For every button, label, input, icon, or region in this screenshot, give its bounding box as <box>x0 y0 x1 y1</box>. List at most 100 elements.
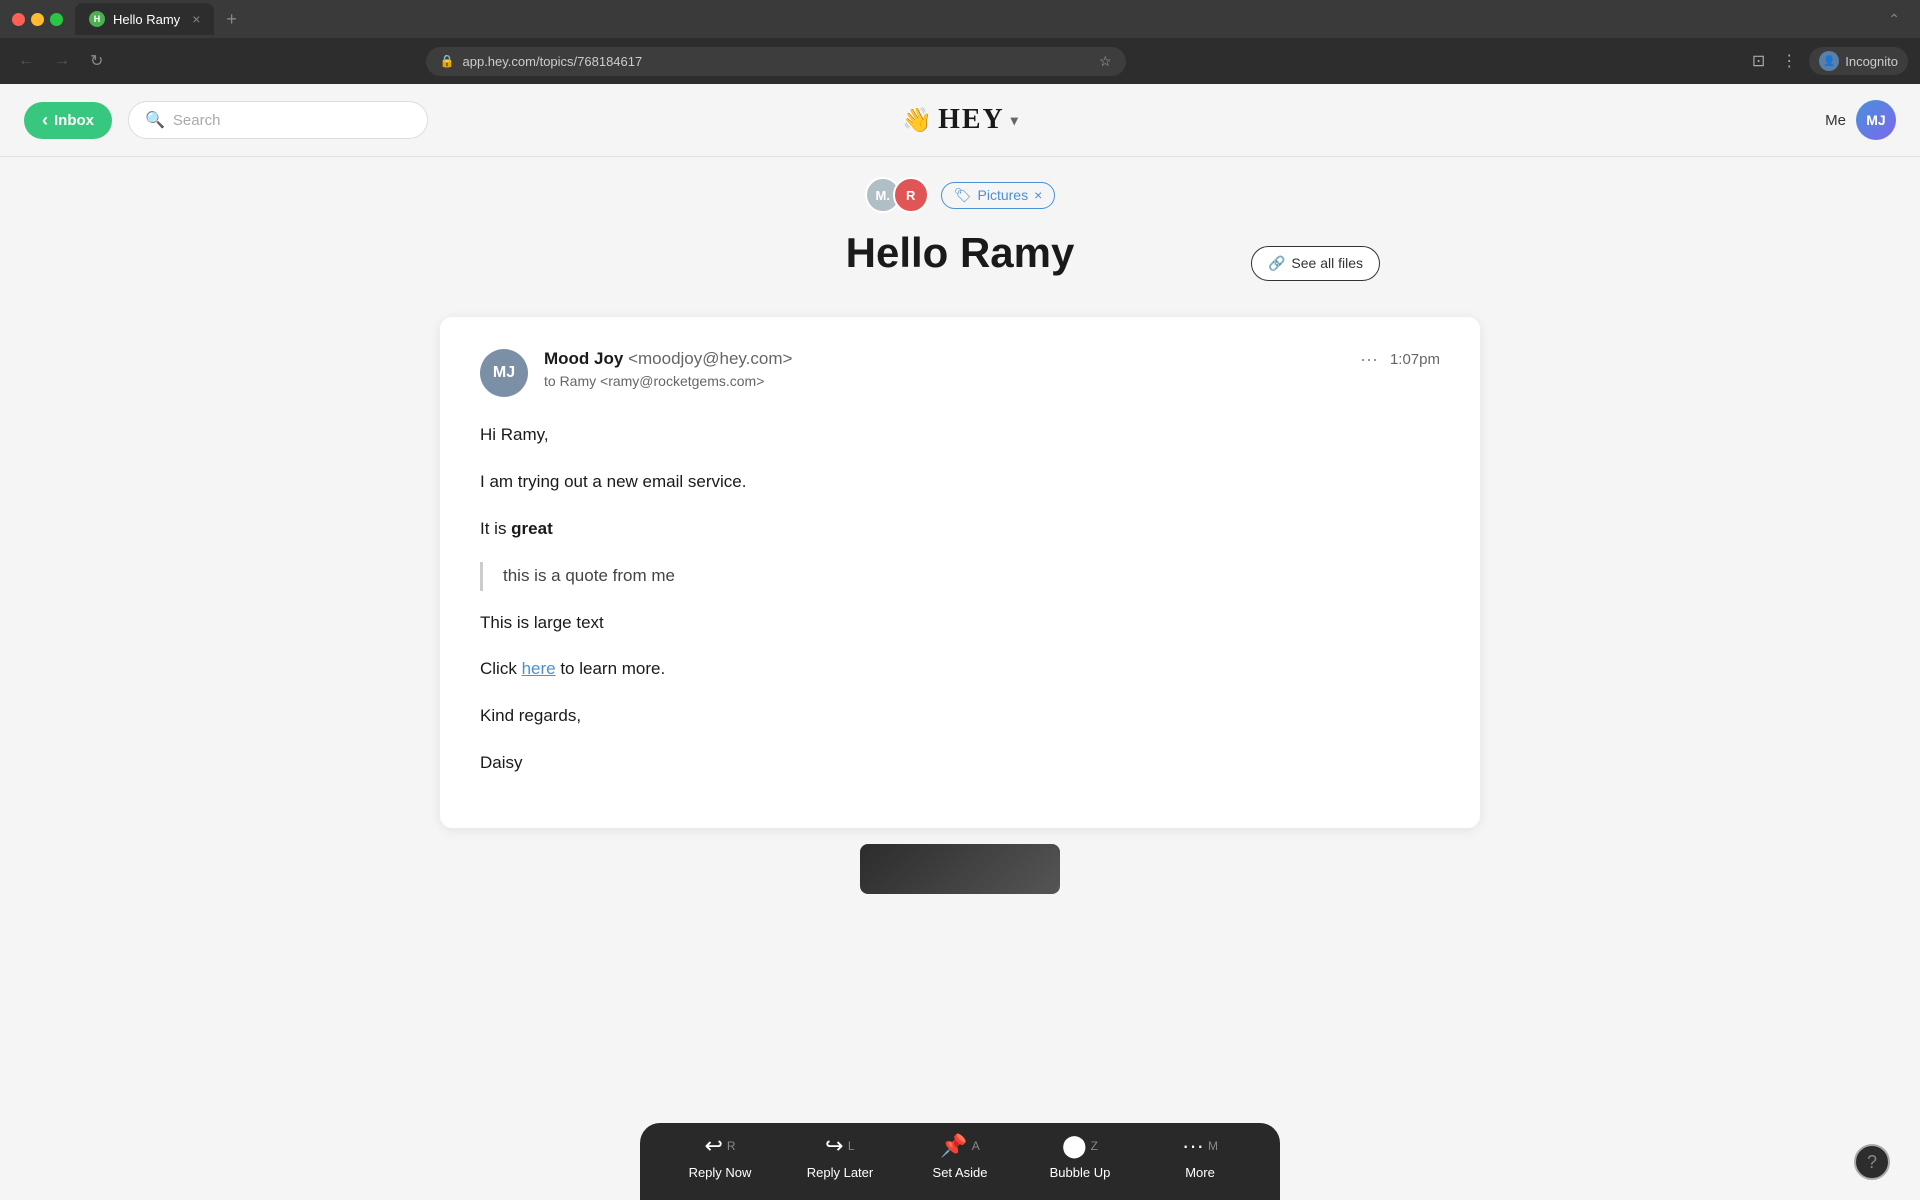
email-more-button[interactable]: ··· <box>1360 349 1378 370</box>
sender-info: MJ Mood Joy <moodjoy@hey.com> to Ramy <r… <box>480 349 792 397</box>
email-view: M. R 🏷 Pictures × Hello Ramy 🔗 See all f… <box>0 157 1920 1200</box>
hey-chevron-icon[interactable]: ▾ <box>1011 112 1018 129</box>
fullscreen-traffic-light[interactable] <box>50 13 63 26</box>
email-time-area: ··· 1:07pm <box>1360 349 1440 370</box>
email-line2-prefix: It is <box>480 519 511 538</box>
see-all-files-button[interactable]: 🔗 See all files <box>1251 246 1380 281</box>
traffic-lights <box>12 13 63 26</box>
hey-wave-icon: 👋 <box>902 106 932 135</box>
tab-favicon: H <box>89 11 105 27</box>
email-greeting: Hi Ramy, <box>480 421 1440 450</box>
sender-avatar-r: R <box>893 177 929 213</box>
inbox-button[interactable]: ‹ Inbox <box>24 102 112 139</box>
close-traffic-light[interactable] <box>12 13 25 26</box>
new-tab-button[interactable]: + <box>218 9 245 30</box>
set-aside-key: A <box>972 1139 980 1153</box>
url-text: app.hey.com/topics/768184617 <box>463 54 1091 69</box>
reply-now-label: Reply Now <box>689 1165 752 1180</box>
help-button[interactable]: ? <box>1854 1144 1890 1180</box>
email-time: 1:07pm <box>1390 351 1440 368</box>
set-aside-button[interactable]: 📌 A Set Aside <box>920 1133 1000 1180</box>
reader-mode-icon[interactable]: ⊡ <box>1748 47 1769 75</box>
browser-actions: ⊡ ⋮ 👤 Incognito <box>1748 47 1908 75</box>
pictures-tag[interactable]: 🏷 Pictures × <box>941 182 1056 209</box>
tab-title: Hello Ramy <box>113 12 180 27</box>
hey-logo[interactable]: 👋 HEY ▾ <box>902 104 1018 136</box>
email-link[interactable]: here <box>522 659 556 678</box>
reply-later-label: Reply Later <box>807 1165 873 1180</box>
email-body: Hi Ramy, I am trying out a new email ser… <box>480 421 1440 778</box>
reply-now-icon: ↩ <box>704 1133 722 1159</box>
see-all-files-label: See all files <box>1291 255 1363 271</box>
see-all-files-icon: 🔗 <box>1268 255 1285 272</box>
inbox-arrow-icon: ‹ <box>42 110 48 131</box>
email-line4-prefix: Click <box>480 659 522 678</box>
app-content: ‹ Inbox 🔍 Search 👋 HEY ▾ Me MJ M. <box>0 84 1920 1200</box>
email-line3: This is large text <box>480 609 1440 638</box>
url-bar[interactable]: 🔒 app.hey.com/topics/768184617 ☆ <box>426 47 1126 76</box>
user-area: Me MJ <box>1825 100 1896 140</box>
more-label: More <box>1185 1165 1215 1180</box>
tag-remove-button[interactable]: × <box>1034 187 1042 203</box>
more-icon: ··· <box>1182 1133 1204 1159</box>
reply-now-button[interactable]: ↩ R Reply Now <box>680 1133 760 1180</box>
email-line1: I am trying out a new email service. <box>480 468 1440 497</box>
reply-later-icon: ↩ <box>825 1133 843 1159</box>
tag-icon: 🏷 <box>954 187 972 204</box>
minimize-traffic-light[interactable] <box>31 13 44 26</box>
email-line4: Click here to learn more. <box>480 655 1440 684</box>
sender-name: Mood Joy <moodjoy@hey.com> <box>544 349 792 369</box>
email-line2: It is great <box>480 515 1440 544</box>
sender-avatar: MJ <box>480 349 528 397</box>
profile-icon: 👤 <box>1819 51 1839 71</box>
reply-later-button[interactable]: ↩ L Reply Later <box>800 1133 880 1180</box>
browser-menu-icon[interactable]: ⋮ <box>1777 47 1801 75</box>
profile-button[interactable]: 👤 Incognito <box>1809 47 1908 75</box>
reply-later-key: L <box>848 1139 855 1153</box>
email-card-header: MJ Mood Joy <moodjoy@hey.com> to Ramy <r… <box>480 349 1440 397</box>
email-blockquote: this is a quote from me <box>480 562 1440 591</box>
bubble-up-label: Bubble Up <box>1050 1165 1111 1180</box>
lock-icon: 🔒 <box>440 54 455 68</box>
email-meta: M. R 🏷 Pictures × <box>865 177 1056 213</box>
user-avatar[interactable]: MJ <box>1856 100 1896 140</box>
bubble-up-icon: ⬤ <box>1062 1133 1087 1159</box>
tabs-bar: H Hello Ramy × + <box>75 3 1880 35</box>
email-signature: Daisy <box>480 749 1440 778</box>
bubble-up-button[interactable]: ⬤ Z Bubble Up <box>1040 1133 1120 1180</box>
set-aside-icon: 📌 <box>940 1133 967 1159</box>
bubble-up-key: Z <box>1091 1139 1098 1153</box>
email-content-area: M. R 🏷 Pictures × Hello Ramy 🔗 See all f… <box>0 177 1920 904</box>
title-row: Hello Ramy 🔗 See all files <box>440 229 1480 297</box>
sender-details: Mood Joy <moodjoy@hey.com> to Ramy <ramy… <box>544 349 792 389</box>
email-thumbnail <box>860 844 1060 894</box>
reply-now-key: R <box>727 1139 736 1153</box>
more-key: M <box>1208 1139 1218 1153</box>
more-button[interactable]: ··· M More <box>1160 1133 1240 1180</box>
search-bar[interactable]: 🔍 Search <box>128 101 428 139</box>
email-line4-suffix: to learn more. <box>556 659 666 678</box>
avatar-group: M. R <box>865 177 929 213</box>
set-aside-label: Set Aside <box>933 1165 988 1180</box>
active-tab[interactable]: H Hello Ramy × <box>75 3 214 35</box>
expand-icon[interactable]: ⌃ <box>1880 11 1908 28</box>
forward-button[interactable]: → <box>48 48 76 74</box>
address-bar: ← → ↻ 🔒 app.hey.com/topics/768184617 ☆ ⊡… <box>0 38 1920 84</box>
inbox-label: Inbox <box>54 112 94 129</box>
nav-buttons: ← → ↻ <box>12 47 109 75</box>
bookmark-icon[interactable]: ☆ <box>1099 53 1112 70</box>
user-name: Me <box>1825 112 1846 129</box>
search-icon: 🔍 <box>145 110 165 130</box>
app-header: ‹ Inbox 🔍 Search 👋 HEY ▾ Me MJ <box>0 84 1920 157</box>
sender-email: <moodjoy@hey.com> <box>628 349 792 368</box>
bottom-toolbar: ↩ R Reply Now ↩ L Reply Later 📌 A Set As… <box>640 1123 1280 1200</box>
profile-name: Incognito <box>1845 54 1898 69</box>
back-button[interactable]: ← <box>12 48 40 74</box>
email-title: Hello Ramy <box>846 229 1075 277</box>
email-closing: Kind regards, <box>480 702 1440 731</box>
refresh-button[interactable]: ↻ <box>84 47 109 75</box>
email-line2-bold: great <box>511 519 553 538</box>
email-card: MJ Mood Joy <moodjoy@hey.com> to Ramy <r… <box>440 317 1480 828</box>
to-line: to Ramy <ramy@rocketgems.com> <box>544 373 792 389</box>
tab-close-button[interactable]: × <box>192 11 200 27</box>
